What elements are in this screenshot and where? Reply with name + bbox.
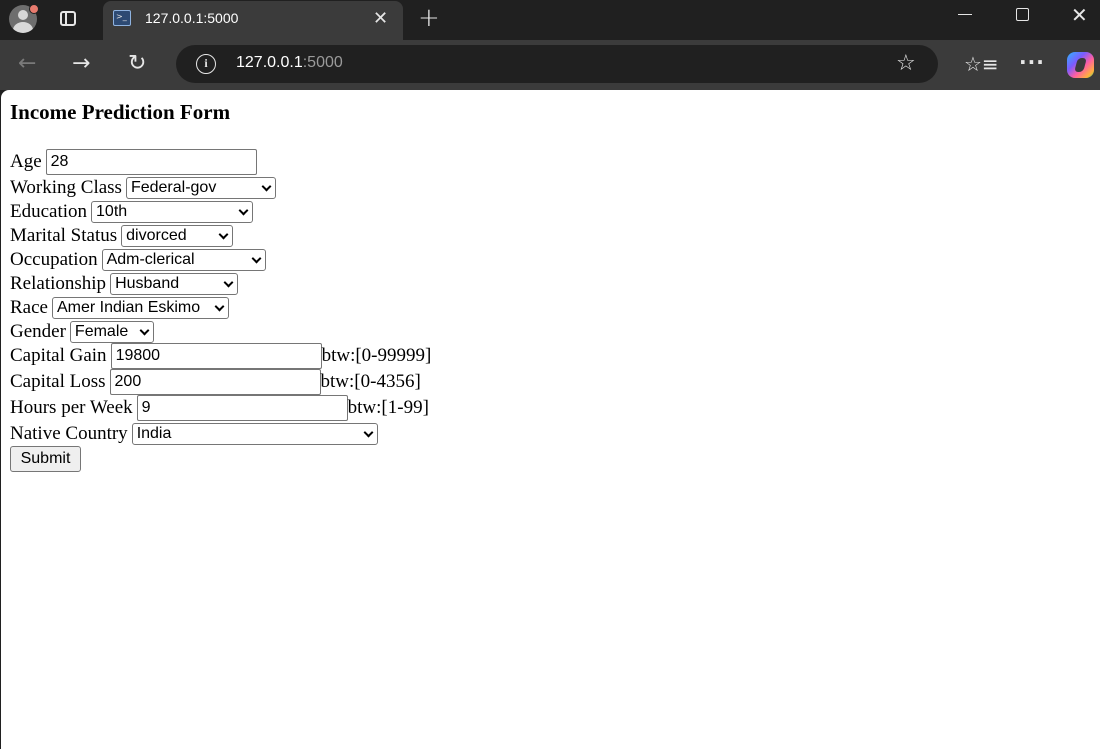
capital-loss-label: Capital Loss [10,371,106,392]
tab-close-icon[interactable]: ✕ [373,7,388,31]
hours-per-week-label: Hours per Week [10,397,133,418]
native-country-row: Native Country India [10,421,378,447]
occupation-select[interactable]: Adm-clerical [101,249,266,271]
chevron-down-icon [251,253,262,264]
capital-loss-range-hint: btw:[0-4356] [320,371,421,392]
education-select[interactable]: 10th [91,201,254,223]
back-icon[interactable]: ← [18,50,36,78]
marital-status-label: Marital Status [10,225,118,246]
minimize-icon[interactable] [958,14,972,15]
capital-gain-label: Capital Gain [10,345,107,366]
browser-tab[interactable]: >_ 127.0.0.1:5000 ✕ [103,1,403,40]
copilot-icon[interactable] [1067,52,1094,78]
relationship-value: Husband [115,275,180,292]
marital-status-select[interactable]: divorced [121,225,234,247]
browser-title-bar: >_ 127.0.0.1:5000 ✕ + ✕ [0,0,1100,40]
native-country-label: Native Country [10,423,128,444]
profile-status-dot [29,4,39,14]
occupation-row: Occupation Adm-clerical [10,247,266,273]
working-class-label: Working Class [10,177,122,198]
submit-button[interactable]: Submit [10,446,81,472]
education-value: 10th [96,203,128,220]
tab-actions-icon[interactable] [60,11,76,26]
url-port: :5000 [302,54,343,71]
maximize-icon[interactable] [1016,8,1029,21]
native-country-select[interactable]: India [131,423,378,445]
hours-per-week-range-hint: btw:[1-99] [347,397,429,418]
gender-row: Gender Female [10,319,154,345]
relationship-label: Relationship [10,273,107,294]
chevron-down-icon [238,205,249,216]
capital-loss-row: Capital Loss btw:[0-4356] [10,369,421,395]
race-value: Amer Indian Eskimo [56,299,201,316]
browser-toolbar: ← → ↻ i 127.0.0.1:5000 ☆ ☆≡ ··· [0,40,1100,90]
chevron-down-icon [223,277,234,288]
more-icon[interactable]: ··· [1019,50,1045,74]
hours-per-week-row: Hours per Week btw:[1-99] [10,395,429,421]
hours-per-week-input[interactable] [136,395,348,421]
occupation-value: Adm-clerical [106,251,195,268]
working-class-value: Federal-gov [130,179,217,196]
page-title: Income Prediction Form [10,100,231,124]
chevron-down-icon [363,427,374,438]
window-close-icon[interactable]: ✕ [1071,3,1088,27]
avatar-body [13,22,33,33]
race-select[interactable]: Amer Indian Eskimo [51,297,229,319]
page-viewport: Income Prediction Form Age Working Class… [1,90,1100,749]
url-text[interactable]: 127.0.0.1:5000 [236,54,343,72]
info-icon[interactable]: i [196,54,216,74]
forward-icon[interactable]: → [72,50,90,78]
address-bar[interactable]: i 127.0.0.1:5000 ☆ [176,45,938,83]
capital-loss-input[interactable] [109,369,321,395]
age-row: Age [10,149,257,175]
race-row: Race Amer Indian Eskimo [10,295,229,321]
refresh-icon[interactable]: ↻ [128,50,146,78]
gender-label: Gender [10,321,66,342]
chevron-down-icon [261,181,272,192]
url-host: 127.0.0.1 [236,54,303,71]
age-input[interactable] [45,149,257,175]
favorites-icon[interactable]: ☆≡ [964,52,999,76]
capital-gain-input[interactable] [110,343,322,369]
education-label: Education [10,201,88,222]
age-label: Age [10,151,42,172]
star-icon[interactable]: ☆ [896,50,916,78]
avatar-head [18,10,28,20]
capital-gain-range-hint: btw:[0-99999] [321,345,432,366]
chevron-down-icon [218,229,229,240]
marital-status-row: Marital Status divorced [10,223,234,249]
native-country-value: India [136,425,172,442]
relationship-row: Relationship Husband [10,271,239,297]
tab-title: 127.0.0.1:5000 [145,10,239,26]
relationship-select[interactable]: Husband [110,273,239,295]
occupation-label: Occupation [10,249,98,270]
gender-select[interactable]: Female [69,321,154,343]
working-class-row: Working Class Federal-gov [10,175,276,201]
race-label: Race [10,297,48,318]
education-row: Education 10th [10,199,254,225]
chevron-down-icon [139,325,150,336]
terminal-icon: >_ [113,10,131,26]
working-class-select[interactable]: Federal-gov [125,177,276,199]
capital-gain-row: Capital Gain btw:[0-99999] [10,343,431,369]
gender-value: Female [74,323,129,340]
new-tab-icon[interactable]: + [418,4,440,32]
chevron-down-icon [214,301,225,312]
marital-status-value: divorced [126,227,187,244]
